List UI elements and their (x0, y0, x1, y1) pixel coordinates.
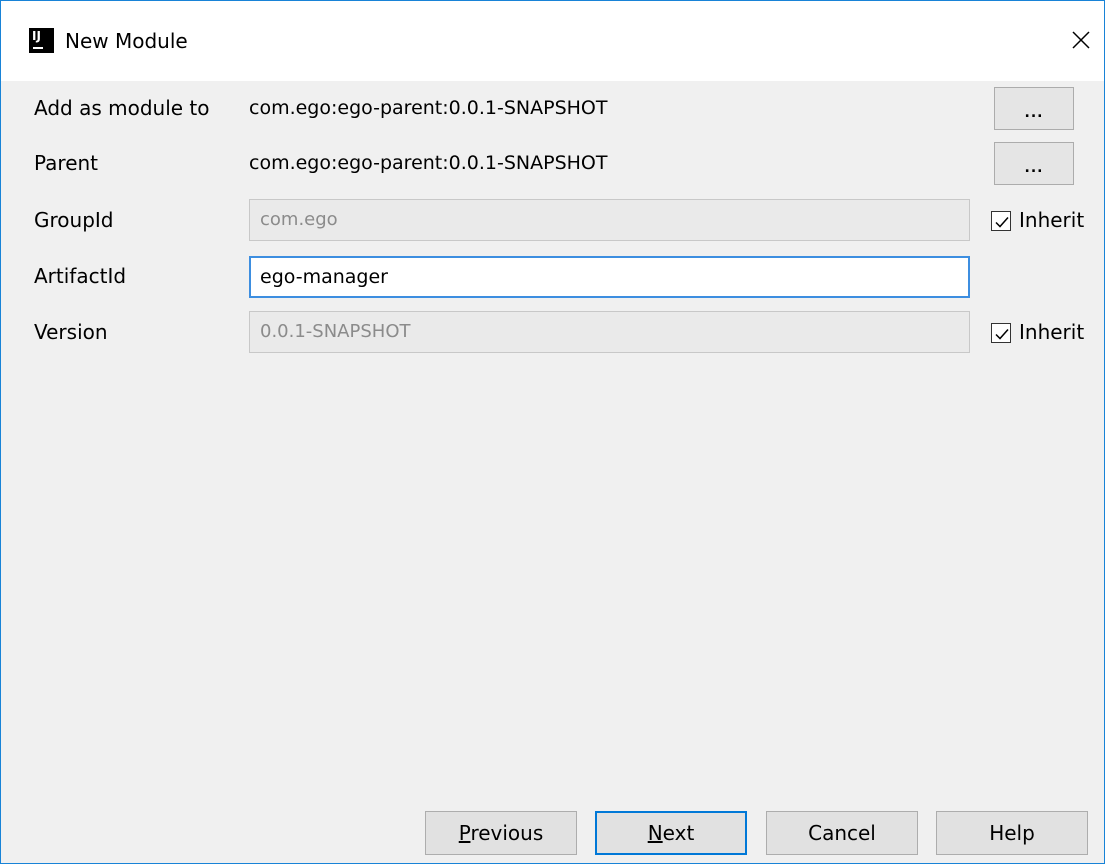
group-id-field[interactable]: com.ego (249, 199, 970, 241)
close-icon (1072, 31, 1090, 49)
version-label: Version (34, 320, 108, 344)
window-title: New Module (65, 29, 188, 53)
parent-label: Parent (34, 151, 99, 175)
next-button[interactable]: Next (595, 811, 747, 855)
add-as-module-to-browse-button[interactable]: ... (994, 87, 1074, 130)
version-inherit-label: Inherit (1019, 320, 1085, 344)
version-field[interactable]: 0.0.1-SNAPSHOT (249, 311, 970, 353)
cancel-button[interactable]: Cancel (766, 811, 918, 855)
add-as-module-to-label: Add as module to (34, 96, 210, 120)
artifact-id-field[interactable]: ego-manager (249, 256, 970, 298)
new-module-dialog: IJ New Module Add as module to com.ego:e… (0, 0, 1105, 864)
artifact-id-label: ArtifactId (34, 264, 127, 288)
checkmark-icon (995, 217, 1009, 228)
parent-browse-button[interactable]: ... (994, 142, 1074, 185)
close-button[interactable] (1056, 15, 1104, 65)
title-bar: IJ New Module (1, 1, 1104, 81)
checkmark-icon (995, 329, 1009, 340)
group-id-label: GroupId (34, 208, 114, 232)
parent-value: com.ego:ego-parent:0.0.1-SNAPSHOT (249, 152, 608, 174)
intellij-app-icon: IJ (29, 28, 54, 53)
group-id-inherit-label: Inherit (1019, 208, 1085, 232)
add-as-module-to-value: com.ego:ego-parent:0.0.1-SNAPSHOT (249, 97, 608, 119)
previous-button[interactable]: Previous (425, 811, 577, 855)
help-button[interactable]: Help (936, 811, 1088, 855)
